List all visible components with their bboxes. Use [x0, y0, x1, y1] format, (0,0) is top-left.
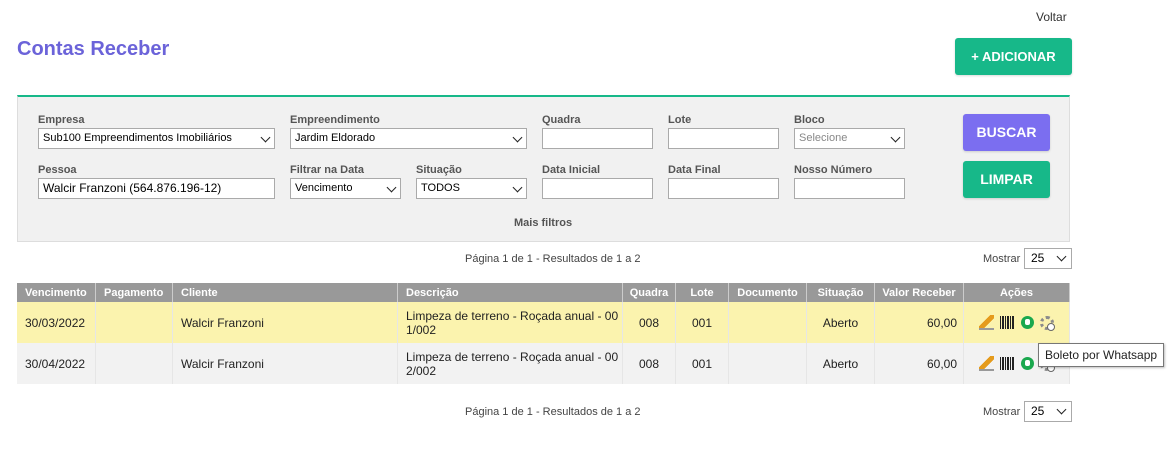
pessoa-input[interactable]: Walcir Franzoni (564.876.196-12) [38, 178, 275, 199]
cell-valor: 60,00 [874, 302, 964, 343]
cell-lote: 001 [675, 302, 729, 343]
data-inicial-label: Data Inicial [542, 164, 601, 176]
cell-situacao: Aberto [806, 302, 875, 343]
add-button[interactable]: + ADICIONAR [955, 38, 1072, 75]
cell-acoes [963, 302, 1070, 343]
page-size-value-bottom: 25 [1031, 404, 1045, 418]
filtrar-data-label: Filtrar na Data [290, 164, 364, 176]
cell-descricao: Limpeza de terreno - Roçada anual - 00 1… [397, 302, 623, 343]
table-row[interactable]: 30/03/2022 Walcir Franzoni Limpeza de te… [17, 302, 1070, 343]
pencil-icon[interactable] [979, 315, 994, 330]
cell-situacao: Aberto [806, 343, 875, 384]
data-inicial-input[interactable] [542, 178, 653, 199]
pencil-icon[interactable] [979, 356, 994, 371]
whatsapp-icon[interactable] [1021, 316, 1034, 329]
cell-documento [728, 302, 807, 343]
empresa-label: Empresa [38, 114, 85, 126]
lote-input[interactable] [668, 128, 779, 149]
header-situacao[interactable]: Situação [806, 283, 875, 302]
whatsapp-icon[interactable] [1021, 357, 1034, 370]
filtrar-data-select[interactable]: Vencimento [290, 178, 401, 199]
data-final-label: Data Final [668, 164, 721, 176]
mais-filtros-link[interactable]: Mais filtros [514, 217, 572, 229]
nosso-numero-input[interactable] [794, 178, 905, 199]
page-size-select-top[interactable]: 25 [1024, 248, 1072, 269]
pagination-info-bottom: Página 1 de 1 - Resultados de 1 a 2 [465, 406, 641, 418]
empresa-value: Sub100 Empreendimentos Imobiliários [43, 132, 232, 144]
situacao-select[interactable]: TODOS [416, 178, 527, 199]
chevron-down-icon [1056, 251, 1067, 262]
filtrar-data-value: Vencimento [295, 182, 353, 194]
header-pagamento[interactable]: Pagamento [95, 283, 173, 302]
header-lote[interactable]: Lote [675, 283, 729, 302]
cell-quadra: 008 [622, 343, 676, 384]
situacao-label: Situação [416, 164, 462, 176]
back-link[interactable]: Voltar [1036, 10, 1067, 24]
header-valor[interactable]: Valor Receber [874, 283, 964, 302]
cell-vencimento: 30/03/2022 [17, 302, 96, 343]
page-size-value-top: 25 [1031, 251, 1045, 265]
data-final-input[interactable] [668, 178, 779, 199]
header-descricao[interactable]: Descrição [397, 283, 623, 302]
chevron-down-icon [386, 182, 397, 193]
chevron-down-icon [890, 132, 901, 143]
chevron-down-icon [1056, 404, 1067, 415]
quadra-label: Quadra [542, 114, 581, 126]
page-size-select-bottom[interactable]: 25 [1024, 401, 1072, 422]
pessoa-label: Pessoa [38, 164, 77, 176]
header-cliente[interactable]: Cliente [172, 283, 398, 302]
header-documento[interactable]: Documento [728, 283, 807, 302]
cell-valor: 60,00 [874, 343, 964, 384]
bloco-value: Selecione [799, 132, 848, 144]
limpar-button[interactable]: LIMPAR [963, 161, 1050, 198]
mostrar-label-top: Mostrar [983, 253, 1021, 265]
whatsapp-tooltip: Boleto por Whatsapp [1038, 343, 1164, 367]
bloco-label: Bloco [794, 114, 825, 126]
cell-pagamento [95, 302, 173, 343]
empreendimento-select[interactable]: Jardim Eldorado [290, 128, 527, 149]
page-title: Contas Receber [17, 38, 170, 60]
barcode-icon[interactable] [1000, 357, 1015, 370]
situacao-value: TODOS [421, 182, 460, 194]
gear-icon[interactable] [1040, 315, 1055, 331]
mostrar-label-bottom: Mostrar [983, 406, 1021, 418]
table-header-row: Vencimento Pagamento Cliente Descrição Q… [17, 283, 1070, 302]
cell-lote: 001 [675, 343, 729, 384]
table-row[interactable]: 30/04/2022 Walcir Franzoni Limpeza de te… [17, 343, 1070, 384]
cell-vencimento: 30/04/2022 [17, 343, 96, 384]
lote-label: Lote [668, 114, 692, 126]
chevron-down-icon [260, 132, 271, 143]
empresa-select[interactable]: Sub100 Empreendimentos Imobiliários [38, 128, 275, 149]
cell-descricao: Limpeza de terreno - Roçada anual - 00 2… [397, 343, 623, 384]
cell-cliente: Walcir Franzoni [172, 302, 398, 343]
header-vencimento[interactable]: Vencimento [17, 283, 96, 302]
barcode-icon[interactable] [1000, 316, 1015, 329]
nosso-numero-label: Nosso Número [794, 164, 873, 176]
empreendimento-value: Jardim Eldorado [295, 132, 376, 144]
pagination-info-top: Página 1 de 1 - Resultados de 1 a 2 [465, 253, 641, 265]
results-table: Vencimento Pagamento Cliente Descrição Q… [17, 283, 1070, 384]
header-quadra[interactable]: Quadra [622, 283, 676, 302]
cell-quadra: 008 [622, 302, 676, 343]
chevron-down-icon [512, 182, 523, 193]
header-acoes: Ações [963, 283, 1070, 302]
cell-pagamento [95, 343, 173, 384]
bloco-select[interactable]: Selecione [794, 128, 905, 149]
cell-documento [728, 343, 807, 384]
empreendimento-label: Empreendimento [290, 114, 380, 126]
buscar-button[interactable]: BUSCAR [963, 114, 1050, 151]
cell-cliente: Walcir Franzoni [172, 343, 398, 384]
chevron-down-icon [512, 132, 523, 143]
quadra-input[interactable] [542, 128, 653, 149]
